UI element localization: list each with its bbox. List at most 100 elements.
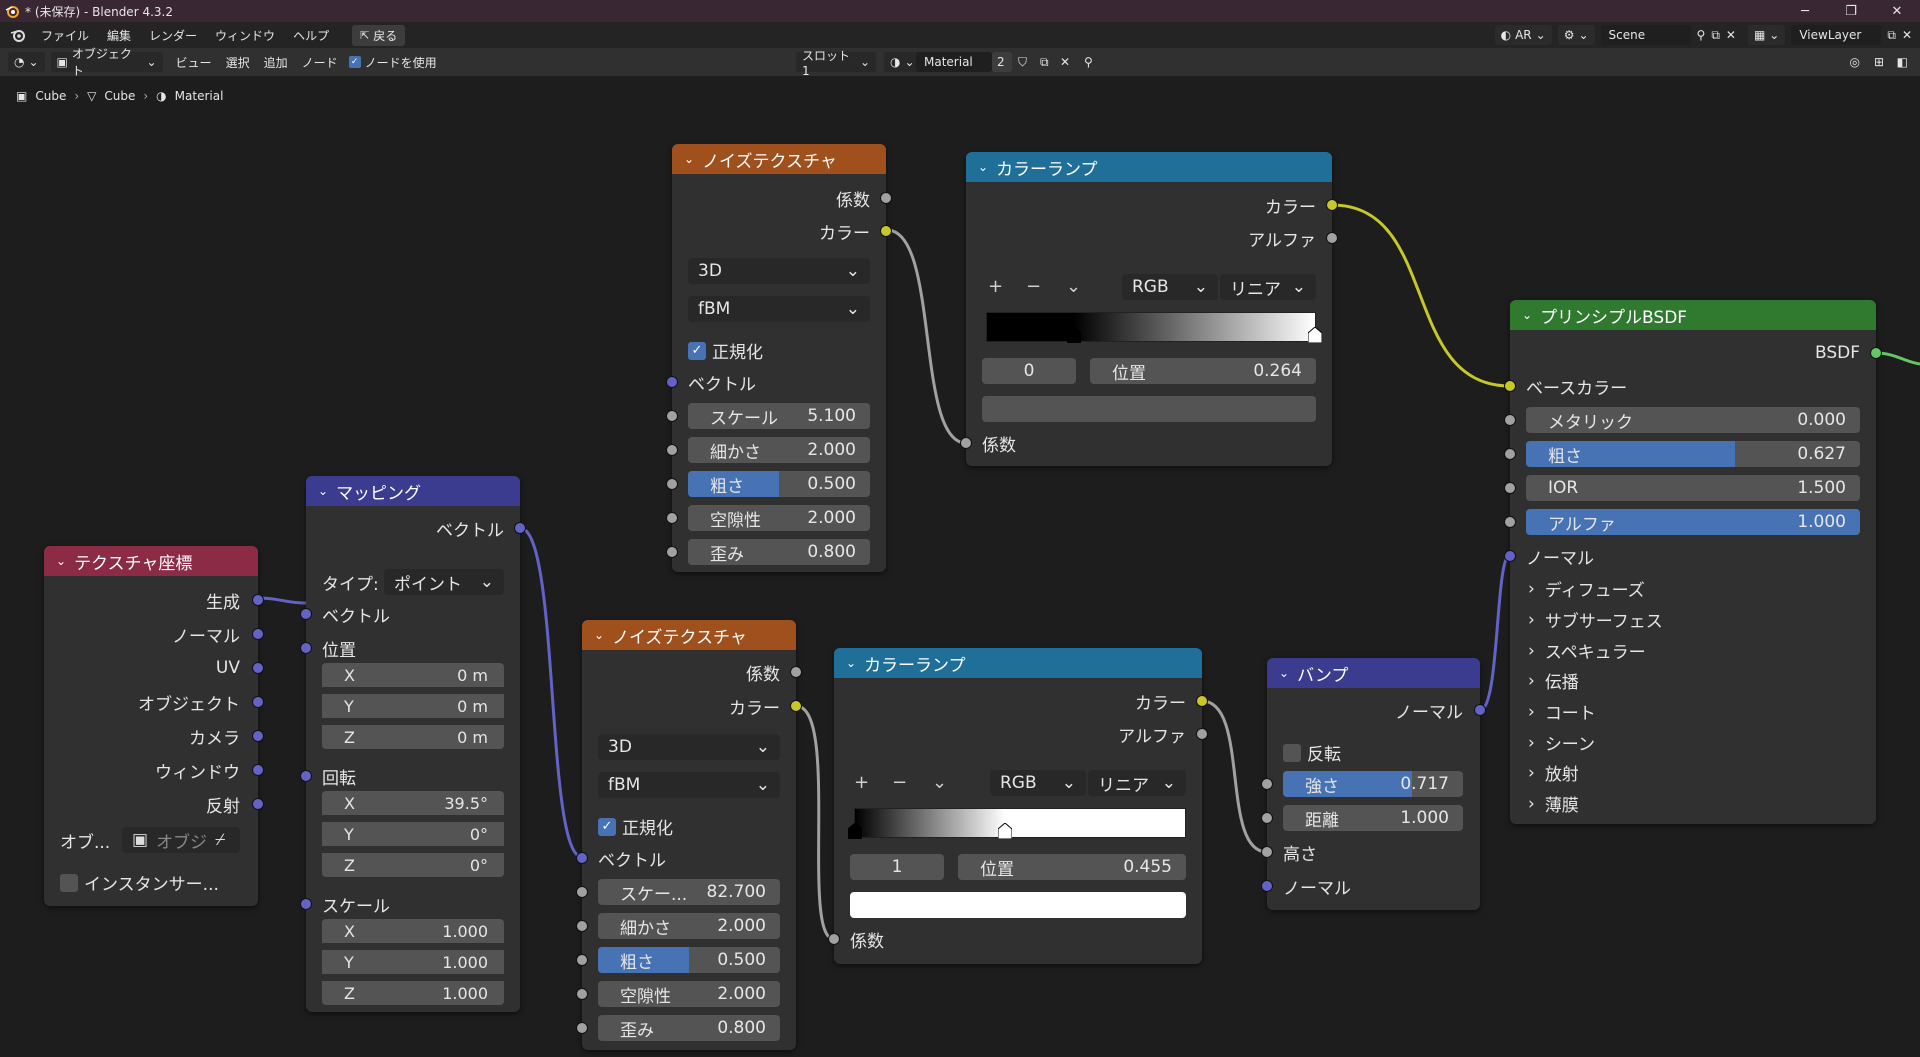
panel-thin-film[interactable]: › 薄膜 [1528, 791, 1579, 817]
color-ramp-gradient[interactable] [847, 808, 1186, 840]
socket-uv[interactable] [252, 662, 264, 674]
normalize-checkbox[interactable]: ✓ 正規化 [688, 338, 763, 363]
color-mode-dropdown[interactable]: RGB ⌄ [990, 770, 1086, 796]
panel-emission[interactable]: › 放射 [1528, 760, 1579, 786]
socket-window[interactable] [252, 764, 264, 776]
panel-coat[interactable]: › コート [1528, 699, 1596, 725]
add-stop-icon[interactable]: + [854, 772, 869, 793]
active-stop-index[interactable]: 1 [850, 854, 944, 880]
rotation-x[interactable]: X 39.5° [322, 791, 504, 815]
ar-selector[interactable]: ◐ AR ⌄ [1494, 25, 1552, 45]
stop-color-swatch[interactable] [982, 396, 1316, 422]
ramp-stop-marker[interactable] [1307, 326, 1323, 344]
menu-help[interactable]: ヘルプ [284, 27, 338, 44]
checkmark-icon[interactable]: ✓ [598, 817, 616, 836]
socket-alpha-out[interactable] [1196, 728, 1208, 740]
chevron-down-icon[interactable]: ⌄ [846, 656, 856, 670]
link-noise1-ramp1[interactable] [886, 228, 967, 445]
chevron-down-icon[interactable]: ⌄ [318, 484, 328, 498]
material-name-field[interactable]: Material [916, 52, 992, 72]
socket-alpha-in[interactable] [1504, 516, 1516, 528]
stop-position-field[interactable]: 位置 0.264 [1090, 358, 1316, 384]
socket-distance-in[interactable] [1261, 812, 1273, 824]
node-header[interactable]: ⌄ プリンシプルBSDF [1510, 300, 1876, 330]
remove-stop-icon[interactable]: − [1026, 276, 1041, 297]
breadcrumb-object[interactable]: Cube [35, 89, 66, 103]
chevron-down-icon[interactable]: ⌄ [594, 628, 604, 642]
color-mode-dropdown[interactable]: RGB ⌄ [1122, 274, 1218, 300]
principled-bsdf-node[interactable]: ⌄ プリンシプルBSDF BSDF ベースカラー メタリック 0.000 粗さ 0.6… [1504, 300, 1882, 824]
socket-reflection[interactable] [252, 798, 264, 810]
interpolation-dropdown[interactable]: リニア ⌄ [1220, 274, 1316, 300]
dimensions-dropdown[interactable]: 3D ⌄ [688, 258, 870, 284]
invert-checkbox[interactable]: 反転 [1283, 740, 1341, 765]
socket-strength-in[interactable] [1261, 778, 1273, 790]
roughness-field[interactable]: 粗さ 0.627 [1526, 441, 1860, 467]
noise-texture-node-2[interactable]: ⌄ ノイズテクスチャ 係数 カラー 3D ⌄ fBM ⌄ ✓ 正規化 ベクトル スケー.… [576, 620, 802, 1050]
link-mapping-noise2[interactable] [519, 526, 583, 859]
viewlayer-name-field[interactable]: ViewLayer [1791, 25, 1882, 45]
socket-lacunarity-in[interactable] [576, 988, 588, 1000]
color-ramp-node-1[interactable]: ⌄ カラーランプ カラー アルファ + − ⌄ RGB ⌄ リニア ⌄ 0 位置 0.2… [960, 152, 1338, 466]
location-y[interactable]: Y 0 m [322, 694, 504, 718]
chevron-down-icon[interactable]: ⌄ [978, 160, 988, 174]
object-mode-selector[interactable]: ▣ オブジェクト ⌄ [50, 47, 163, 78]
roughness-field[interactable]: 粗さ 0.500 [688, 471, 870, 497]
link-bump-bsdf[interactable] [1479, 553, 1512, 712]
socket-normal[interactable] [252, 628, 264, 640]
socket-vector-out[interactable] [514, 522, 526, 534]
strength-field[interactable]: 強さ 0.717 [1283, 771, 1463, 797]
ramp-menu-chevron-icon[interactable]: ⌄ [932, 772, 947, 793]
add-stop-icon[interactable]: + [988, 276, 1003, 297]
socket-normal-in[interactable] [1504, 550, 1516, 562]
socket-distortion-in[interactable] [576, 1022, 588, 1034]
socket-normal-out[interactable] [1474, 704, 1486, 716]
socket-detail-in[interactable] [666, 444, 678, 456]
minimize-button[interactable]: ─ [1782, 0, 1828, 22]
interpolation-dropdown[interactable]: リニア ⌄ [1088, 770, 1186, 796]
remove-stop-icon[interactable]: − [892, 772, 907, 793]
menu-window[interactable]: ウィンドウ [206, 27, 284, 44]
roughness-field[interactable]: 粗さ 0.500 [598, 947, 780, 973]
scale-y[interactable]: Y 1.000 [322, 950, 504, 974]
back-button[interactable]: ⇱ 戻る [352, 24, 406, 46]
menu-add[interactable]: 追加 [257, 54, 295, 71]
metallic-field[interactable]: メタリック 0.000 [1526, 407, 1860, 433]
scale-x[interactable]: X 1.000 [322, 919, 504, 943]
socket-base-color-in[interactable] [1504, 380, 1516, 392]
color-ramp-node-2[interactable]: ⌄ カラーランプ カラー アルファ + − ⌄ RGB ⌄ リニア ⌄ 1 位置 0.4… [828, 648, 1208, 964]
socket-detail-in[interactable] [576, 920, 588, 932]
lacunarity-field[interactable]: 空隙性 2.000 [598, 981, 780, 1007]
scale-field[interactable]: スケー... 82.700 [598, 879, 780, 905]
active-stop-index[interactable]: 0 [982, 358, 1076, 384]
new-scene-icon[interactable]: ⧉ [1711, 28, 1720, 43]
node-header[interactable]: ⌄ ノイズテクスチャ [582, 620, 796, 650]
socket-fac-in[interactable] [960, 437, 972, 449]
fake-user-shield-icon[interactable]: ⛉ [1018, 55, 1027, 70]
distance-field[interactable]: 距離 1.000 [1283, 805, 1463, 831]
socket-scale-in[interactable] [576, 886, 588, 898]
noise-type-dropdown[interactable]: fBM ⌄ [688, 296, 870, 322]
node-header[interactable]: ⌄ ノイズテクスチャ [672, 144, 886, 174]
checkmark-icon[interactable]: ✓ [688, 341, 706, 360]
socket-roughness-in[interactable] [576, 954, 588, 966]
material-users-count[interactable]: 2 [992, 52, 1012, 72]
socket-color-out[interactable] [790, 700, 802, 712]
alpha-field[interactable]: アルファ 1.000 [1526, 509, 1860, 535]
panel-subsurface[interactable]: › サブサーフェス [1528, 607, 1663, 633]
menu-view[interactable]: ビュー [169, 54, 219, 71]
slot-selector[interactable]: スロット1 ⌄ [796, 49, 876, 78]
socket-fac-in[interactable] [828, 933, 840, 945]
type-dropdown[interactable]: ポイント ⌄ [384, 569, 504, 595]
socket-generated[interactable] [252, 594, 264, 606]
node-header[interactable]: ⌄ テクスチャ座標 [44, 546, 258, 576]
socket-object[interactable] [252, 696, 264, 708]
chevron-down-icon[interactable]: ⌄ [684, 152, 694, 166]
use-nodes-toggle[interactable]: ✓ ノードを使用 [348, 54, 437, 71]
socket-roughness-in[interactable] [666, 478, 678, 490]
menu-node[interactable]: ノード [295, 54, 345, 71]
scene-name-field[interactable]: Scene [1600, 25, 1691, 45]
color-ramp-gradient[interactable] [986, 312, 1323, 344]
delete-scene-icon[interactable]: ✕ [1726, 28, 1736, 42]
scale-field[interactable]: スケール 5.100 [688, 403, 870, 429]
